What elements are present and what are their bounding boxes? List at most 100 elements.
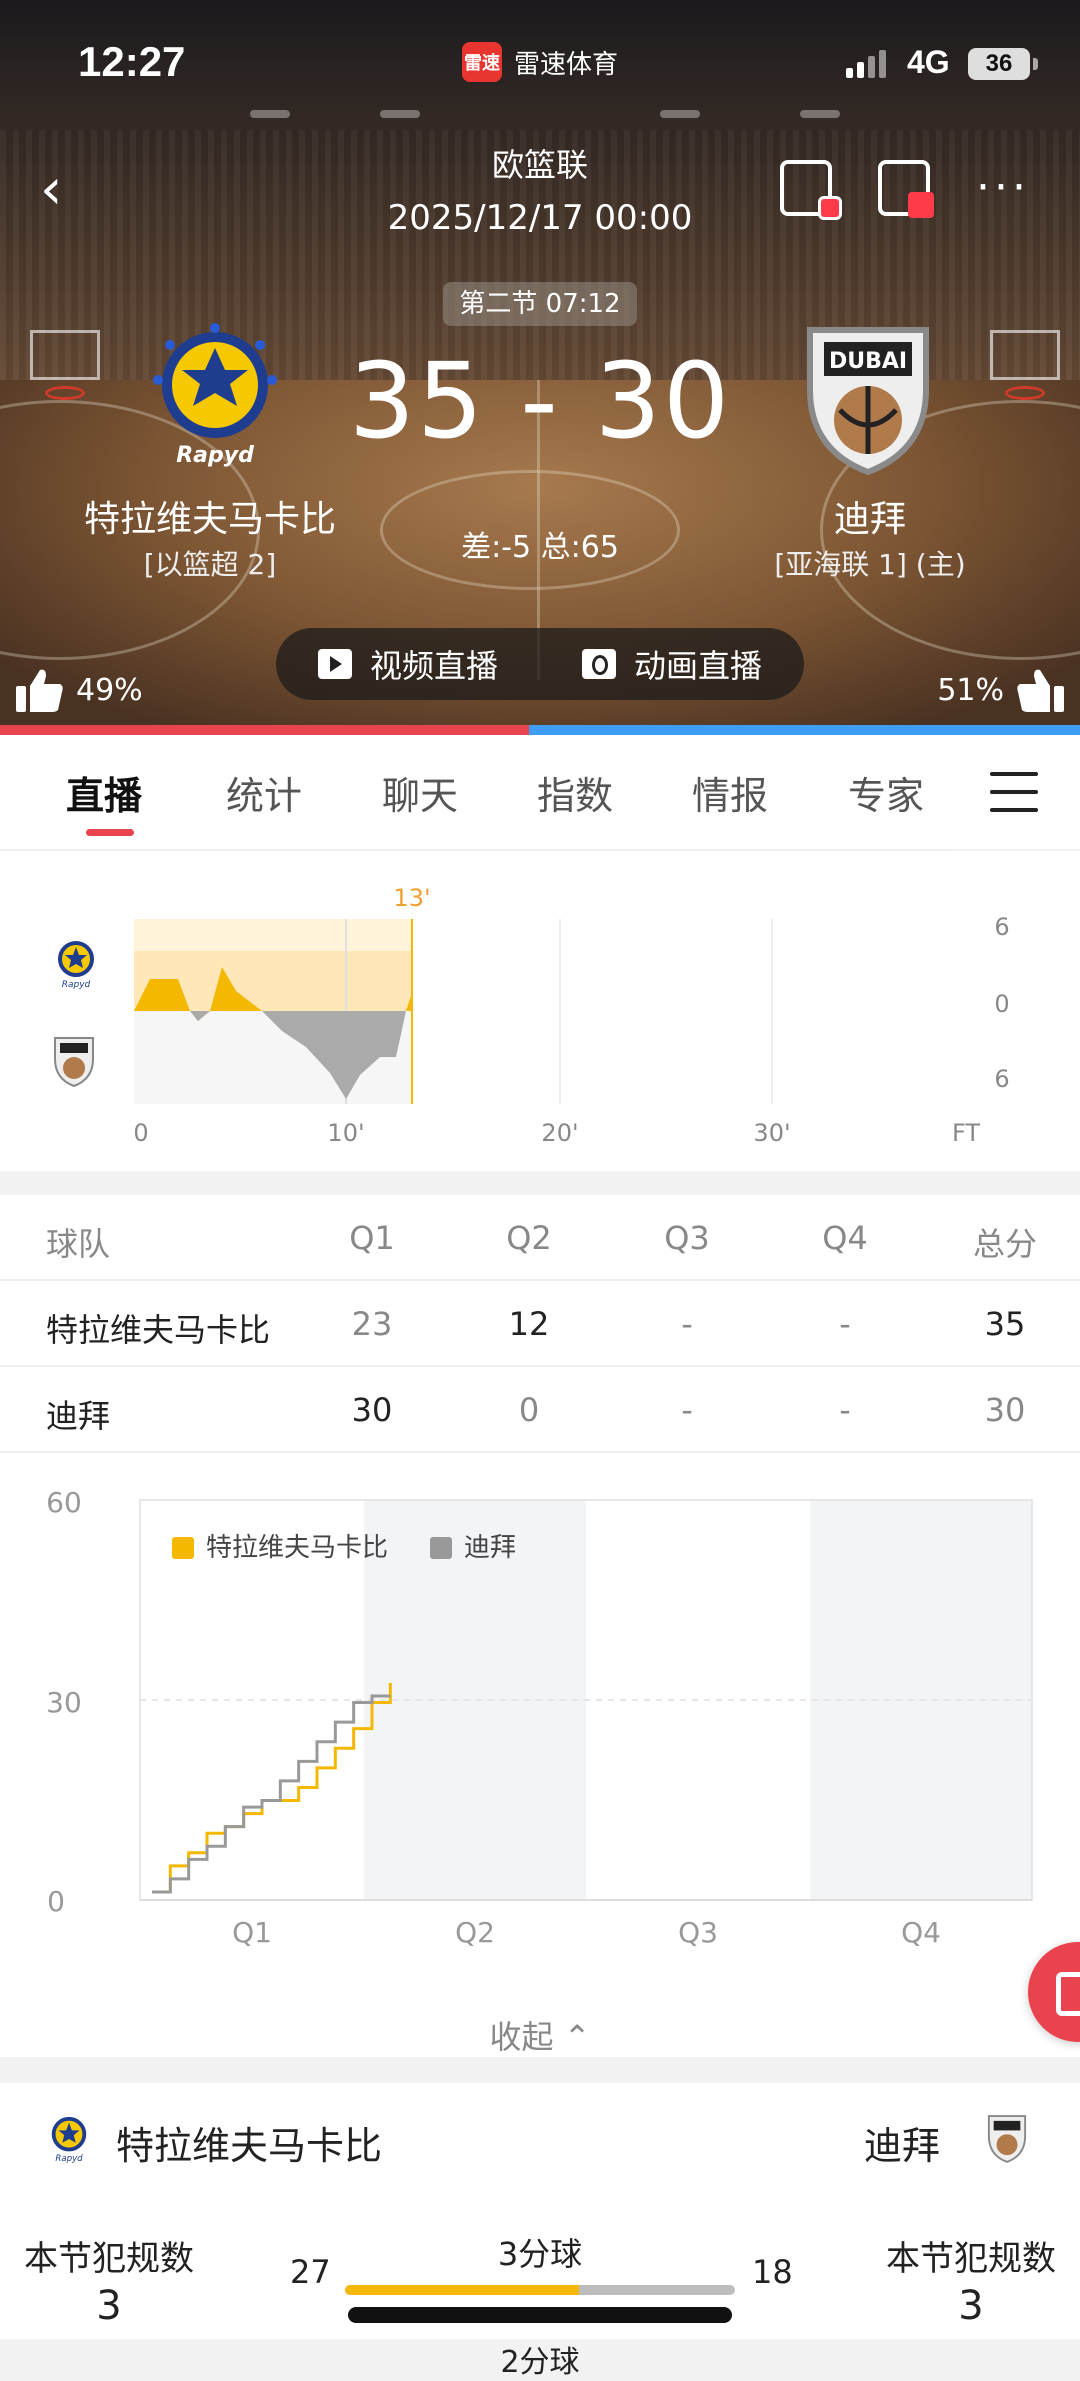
momentum-x-label: 10' [327,1119,364,1147]
stat-away-value: 18 [752,2253,793,2291]
tab-bar: 直播 统计 聊天 指数 情报 专家 [0,735,1080,849]
table-header-total: 总分 [955,1219,1055,1265]
compare-away-name: 迪拜 [864,2115,940,2170]
y-tick-label: 60 [46,1486,82,1519]
period-badge: 第二节 07:12 [443,282,637,326]
stat-comparison-bar-next [348,2307,732,2323]
stat-home-fill [345,2285,579,2295]
legend-home-swatch [172,1537,194,1559]
table-q2-score: 0 [479,1391,579,1429]
home-support-fill [0,725,529,735]
table-row: 迪拜 30 0 - - 30 [0,1367,1080,1453]
thumbs-up-icon [14,666,66,714]
section-gap [0,1171,1080,1195]
video-live-label: 视频直播 [370,641,498,687]
status-bar: 12:27 雷速 雷速体育 4G 36 [0,0,1080,120]
scoreboard: 35 - 30 [0,340,1080,462]
home-team-mini-logo: Rapyd [46,2113,92,2163]
stat-two-pointer-label: 2分球 [0,2337,1080,2381]
battery-tip [1033,58,1038,70]
collapse-button[interactable]: 收起 ⌃ [0,2012,1080,2058]
table-header-q3: Q3 [637,1219,737,1257]
app-indicator: 雷速 雷速体育 [462,42,618,82]
table-q1-score: 23 [322,1305,422,1343]
x-tick-label: Q3 [678,1916,718,1949]
live-options: 视频直播 动画直播 [276,628,804,700]
score-progression-chart: 60 30 0 Q1 Q2 Q3 Q4 特拉维夫马卡比 迪拜 [0,1457,1080,2057]
thumbs-up-icon [1014,666,1066,714]
tab-intel[interactable]: 情报 [692,765,768,820]
score-diff-total: 差:-5 总:65 [0,522,1080,566]
momentum-x-label: FT [952,1119,980,1147]
home-like-button[interactable]: 49% [14,666,143,714]
tab-stats[interactable]: 统计 [226,765,302,820]
away-like-button[interactable]: 51% [937,666,1066,714]
table-header-q2: Q2 [479,1219,579,1257]
table-header-q1: Q1 [322,1219,422,1257]
table-total-score: 30 [955,1391,1055,1429]
tab-chat[interactable]: 聊天 [382,765,458,820]
match-header: 12:27 雷速 雷速体育 4G 36 ‹ 欧篮联 2025/12/17 00:… [0,0,1080,725]
y-tick-label: 0 [47,1885,65,1918]
svg-text:Rapyd: Rapyd [55,2154,83,2163]
table-team-name: 特拉维夫马卡比 [46,1305,270,1351]
momentum-y-label: 0 [994,990,1009,1018]
momentum-y-label: 6 [994,1065,1009,1093]
status-time: 12:27 [78,38,185,86]
table-q3-score: - [637,1391,737,1429]
app-name: 雷速体育 [514,44,618,81]
app-logo-icon: 雷速 [462,42,502,82]
more-icon[interactable]: ··· [976,178,1030,198]
table-q3-score: - [637,1305,737,1343]
compare-home-name: 特拉维夫马卡比 [116,2115,382,2170]
momentum-y-label: 6 [994,913,1009,941]
y-tick-label: 30 [46,1686,82,1719]
momentum-plot: 13' 0 10' 20' 30' FT 6 0 6 [0,851,1080,1171]
legend-away-swatch [430,1537,452,1559]
x-tick-label: Q4 [901,1916,941,1949]
momentum-chart: Rapyd 13' 0 10' 20' 30' FT 6 0 6 [0,851,1080,1171]
animation-live-button[interactable]: 动画直播 [540,641,804,687]
momentum-x-label: 20' [541,1119,578,1147]
momentum-x-label: 30' [753,1119,790,1147]
pip-icon[interactable] [878,160,930,216]
table-row: 特拉维夫马卡比 23 12 - - 35 [0,1281,1080,1367]
header-actions: ··· [780,160,1030,216]
table-header-row: 球队 Q1 Q2 Q3 Q4 总分 [0,1195,1080,1281]
away-team-mini-logo [986,2113,1028,2165]
away-foul-count: 3 [886,2283,1056,2329]
menu-icon[interactable] [990,772,1038,826]
section-gap [0,2063,1080,2083]
support-ratio-bar [0,725,1080,735]
quarter-score-table: 球队 Q1 Q2 Q3 Q4 总分 特拉维夫马卡比 23 12 - - 35 迪… [0,1195,1080,1457]
team-comparison: Rapyd 特拉维夫马卡比 迪拜 本节犯规数 3 本节犯规数 3 3分球 27 … [0,2083,1080,2339]
stat-home-value: 27 [290,2253,331,2291]
x-tick-label: Q1 [232,1916,272,1949]
table-header-q4: Q4 [795,1219,895,1257]
score-progression-plot: 60 30 0 Q1 Q2 Q3 Q4 特拉维夫马卡比 迪拜 [0,1457,1080,2017]
video-live-button[interactable]: 视频直播 [276,641,540,687]
signal-icon [846,50,886,78]
x-tick-label: Q2 [455,1916,495,1949]
stat-comparison-bar [345,2285,735,2295]
table-q1-score: 30 [322,1391,422,1429]
home-foul-count: 3 [24,2283,194,2329]
tab-odds[interactable]: 指数 [537,765,613,820]
table-q2-score: 12 [479,1305,579,1343]
home-like-percent: 49% [76,673,143,708]
video-play-icon [318,649,352,679]
table-q4-score: - [795,1391,895,1429]
battery-icon: 36 [968,48,1030,80]
table-team-name: 迪拜 [46,1391,110,1437]
legend-away-label: 迪拜 [464,1533,516,1563]
animation-icon [582,649,616,679]
legend-home-label: 特拉维夫马卡比 [206,1533,388,1563]
tab-experts[interactable]: 专家 [848,765,924,820]
float-window-icon[interactable] [780,160,832,216]
animation-live-label: 动画直播 [634,641,762,687]
table-total-score: 35 [955,1305,1055,1343]
away-support-fill [529,725,1080,735]
momentum-current-marker: 13' [393,884,430,912]
table-header-team: 球队 [46,1219,110,1265]
tab-live[interactable]: 直播 [66,765,142,820]
